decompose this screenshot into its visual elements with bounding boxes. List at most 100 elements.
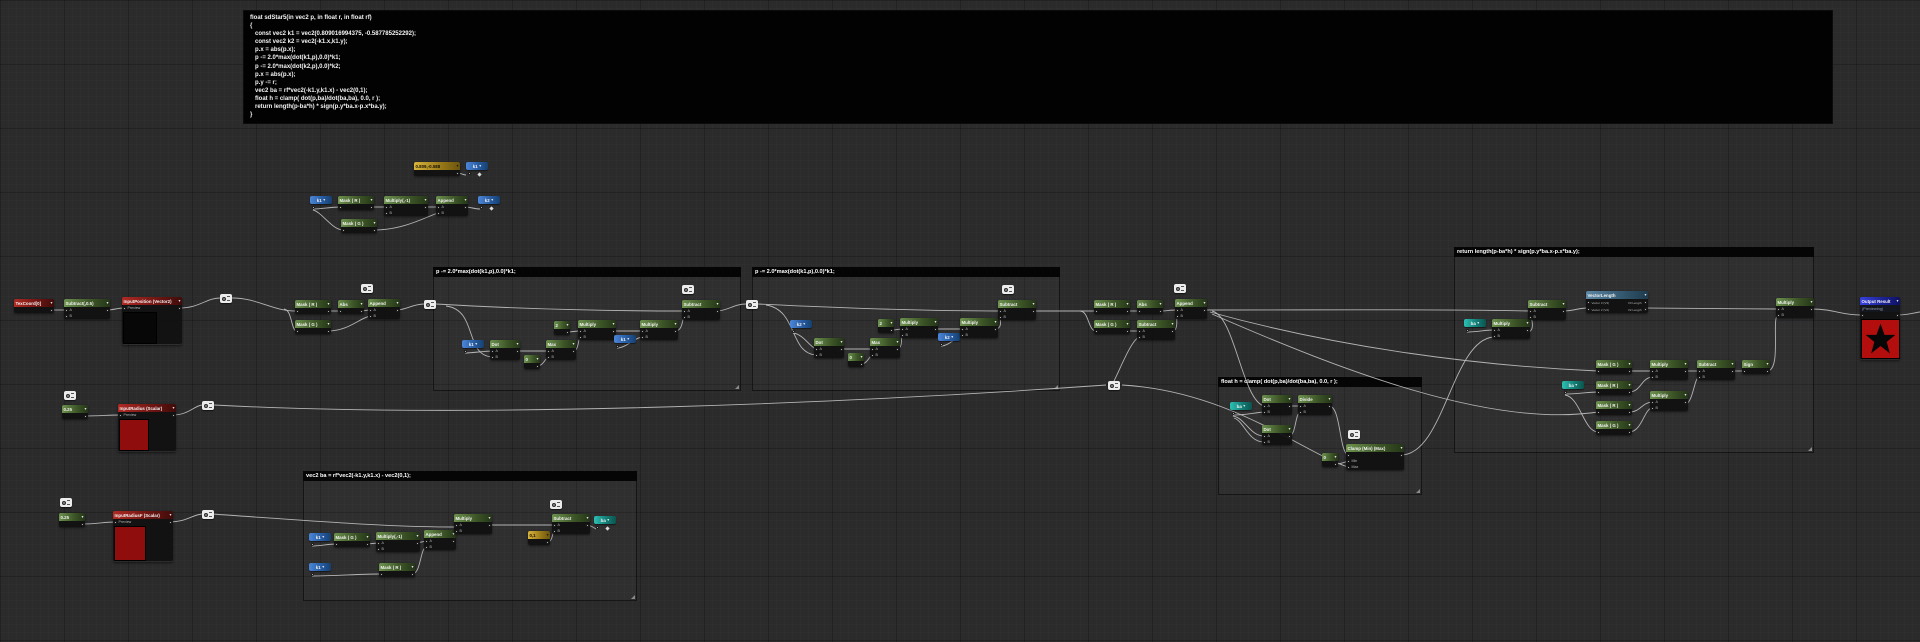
input-pin[interactable] [1095,309,1098,313]
node-header[interactable]: Dot ▾ [1262,395,1292,403]
chevron-down-icon[interactable]: ▾ [491,198,493,202]
input-pin[interactable] [961,333,964,337]
input-pin[interactable] [377,547,380,551]
node-multiply-b2[interactable]: Multiply ▾ A B [960,318,998,338]
node-header[interactable]: TexCoord[0] ▾ [14,299,54,307]
node-header[interactable]: Mask ( G ) ▾ [295,320,331,328]
node-header[interactable]: k1 ▾ [310,196,332,204]
node-abs-2[interactable]: Abs ▾ [1137,300,1163,314]
node-subtract-r[interactable]: Subtract ▾ A B [1137,320,1175,340]
reroute-node-icon[interactable] [361,284,373,293]
chevron-down-icon[interactable]: ▾ [360,302,362,306]
input-pin[interactable] [1529,315,1532,319]
node-mask-r-top[interactable]: Mask ( R ) ▾ [338,196,374,210]
output-pin[interactable] [360,309,363,313]
node-header[interactable]: Append ▾ [368,299,400,307]
node-multiply-s1[interactable]: Multiply ▾ A B [1650,360,1688,380]
input-pin[interactable] [491,355,494,359]
node-subtract-pbah[interactable]: Subtract ▾ A B [1528,300,1566,320]
node-k1-declaration[interactable]: k1 ▾ [466,162,488,177]
node-header[interactable]: Mask ( R ) ▾ [1094,300,1130,308]
output-pin[interactable] [1159,309,1162,313]
output-pin[interactable] [674,329,677,333]
chevron-down-icon[interactable]: ▾ [411,565,413,569]
chevron-down-icon[interactable]: ▾ [1575,383,1577,387]
input-pin[interactable] [369,308,372,312]
node-mask-g-top[interactable]: Mask ( G ) ▾ [341,219,377,233]
output-pin[interactable] [572,349,575,353]
comment-fold-k2-title[interactable]: p -= 2.0*max(dot(k1,p),0.0)*k1; [752,267,1060,277]
chevron-down-icon[interactable]: ▾ [716,302,718,306]
output-pin[interactable] [516,349,519,353]
node-vector-length[interactable]: VectorLength ▾ Vector 3 (V3) V3 Length Vecto… [1586,291,1648,313]
output-pin[interactable] [1644,308,1647,311]
input-pin[interactable] [296,309,299,313]
input-pin[interactable] [901,327,904,331]
node-header[interactable]: k1 ▾ [309,563,331,571]
reroute-node-icon[interactable] [1002,285,1014,294]
node-k1-use-a[interactable]: k1 ▾ [462,340,484,354]
input-pin[interactable] [114,520,117,524]
input-pin[interactable] [999,309,1002,313]
output-pin[interactable] [840,347,843,351]
chevron-down-icon[interactable]: ▾ [424,198,426,202]
node-header[interactable]: Subtract ▾ [998,300,1036,308]
node-k2-declaration[interactable]: k2 ▾ [478,196,500,211]
output-pin[interactable] [1288,434,1291,438]
input-pin[interactable] [437,205,440,209]
node-header[interactable]: Divide ▾ [1298,395,1332,403]
node-header[interactable]: ba ▾ [594,516,616,524]
output-pin[interactable] [81,522,84,526]
output-pin[interactable] [172,413,175,417]
input-pin[interactable] [1347,465,1350,469]
chevron-down-icon[interactable]: ▾ [169,513,171,517]
chevron-down-icon[interactable]: ▾ [323,198,325,202]
chevron-down-icon[interactable]: ▾ [1126,322,1128,326]
node-header[interactable]: Mask ( G ) ▾ [1094,320,1130,328]
node-multiply-neg1-ba[interactable]: Multiply(,-1) ▾ A B [376,532,420,552]
comment-return-title[interactable]: return length(p-ba*h) * sign(p.y*ba.x-p.… [1454,247,1814,257]
output-pin[interactable] [860,362,863,366]
node-header[interactable]: Multiply ▾ [1492,319,1530,327]
input-pin[interactable] [961,327,964,331]
node-header[interactable]: Dot ▾ [814,338,844,346]
output-pin[interactable] [1562,309,1565,313]
output-pin[interactable] [1231,412,1235,415]
output-pin[interactable] [1400,453,1403,457]
input-pin[interactable] [871,347,874,351]
output-pin[interactable] [1032,309,1035,313]
node-const-01[interactable]: 0,1 ▾ [528,531,550,545]
reroute-node-icon[interactable] [424,300,436,309]
input-pin[interactable] [1493,334,1496,338]
output-pin[interactable] [327,309,330,313]
output-pin[interactable] [896,347,899,351]
node-const-2-b[interactable]: 2 ▾ [878,319,894,333]
node-const-025-r[interactable]: 0.25 ▾ [62,405,88,419]
output-pin[interactable] [50,308,53,312]
output-pin[interactable] [1563,391,1567,394]
input-pin[interactable] [296,329,299,333]
reroute-node-icon[interactable] [746,300,758,309]
node-header[interactable]: 0.25 ▾ [62,405,88,413]
node-header[interactable]: Subtract(,0.5) ▾ [64,299,110,307]
node-header[interactable]: Multiply ▾ [960,318,998,326]
chevron-down-icon[interactable]: ▾ [1032,302,1034,306]
chevron-down-icon[interactable]: ▾ [464,198,466,202]
comment-ba-title[interactable]: vec2 ba = rf*vec2(-k1.y,k1.x) - vec2(0,1… [303,471,637,481]
input-pin[interactable] [871,353,874,357]
chevron-down-icon[interactable]: ▾ [536,357,538,361]
input-pin[interactable] [1347,459,1350,463]
node-header[interactable]: Multiply ▾ [454,514,492,522]
chevron-down-icon[interactable]: ▾ [456,164,458,168]
node-mask-g-ba[interactable]: Mask ( G ) ▾ [334,533,370,547]
node-const-0-b[interactable]: 0 ▾ [848,353,864,367]
input-pin[interactable] [1299,404,1302,408]
input-pin[interactable] [1095,329,1098,333]
material-node-graph-canvas[interactable]: float sdStar5(in vec2 p, in float r, in … [0,0,1920,642]
node-append-abs1[interactable]: Append ▾ A B [368,299,400,319]
node-subtract-fold2[interactable]: Subtract ▾ A B [998,300,1036,320]
chevron-down-icon[interactable]: ▾ [178,299,180,303]
chevron-down-icon[interactable]: ▾ [1628,423,1630,427]
node-multiply-final[interactable]: Multiply ▾ A B [1776,298,1814,318]
output-pin[interactable] [566,330,569,334]
